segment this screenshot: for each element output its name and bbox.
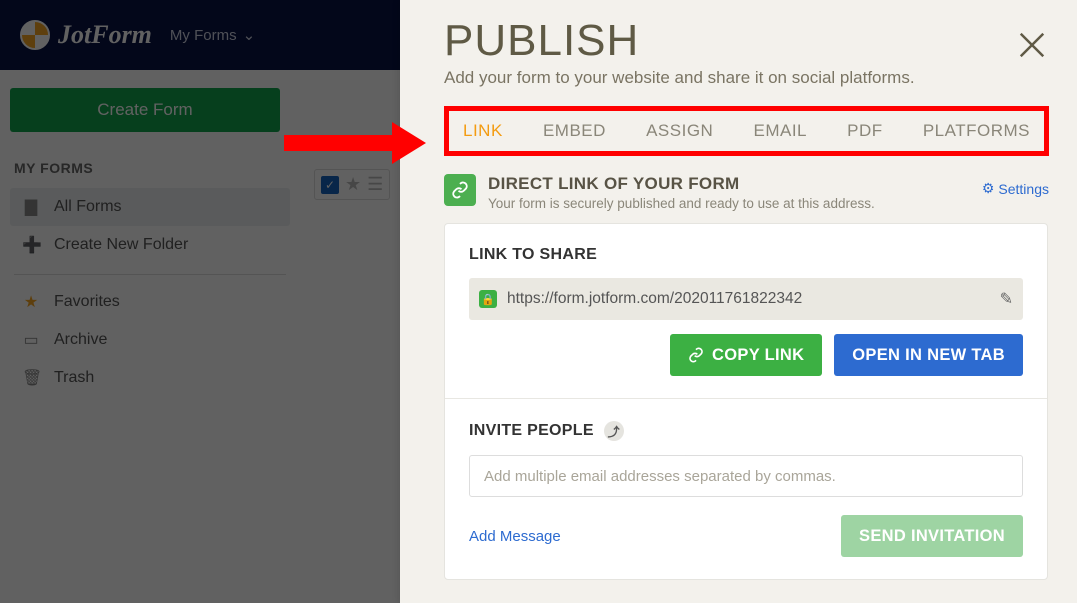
link-to-share-heading: LINK TO SHARE — [469, 246, 1023, 264]
publish-tabstrip: LINK EMBED ASSIGN EMAIL PDF PLATFORMS — [444, 106, 1049, 156]
gear-icon: ⚙ — [982, 180, 995, 197]
tab-link[interactable]: LINK — [463, 121, 503, 141]
close-icon — [1017, 30, 1047, 60]
annotation-arrow — [284, 122, 432, 162]
invite-people-heading: INVITE PEOPLE ⤴ — [469, 421, 1023, 441]
lock-icon: 🔒 — [479, 290, 497, 308]
add-message-link[interactable]: Add Message — [469, 528, 561, 545]
direct-link-subtitle: Your form is securely published and read… — [488, 196, 875, 211]
tab-pdf[interactable]: PDF — [847, 121, 883, 141]
link-icon — [451, 181, 469, 199]
tab-platforms[interactable]: PLATFORMS — [923, 121, 1030, 141]
share-card: LINK TO SHARE 🔒 https://form.jotform.com… — [444, 223, 1048, 580]
share-url: https://form.jotform.com/202011761822342 — [507, 290, 990, 308]
open-new-tab-button[interactable]: OPEN IN NEW TAB — [834, 334, 1023, 376]
upload-icon[interactable]: ⤴ — [604, 421, 624, 441]
direct-link-header: DIRECT LINK OF YOUR FORM Your form is se… — [444, 174, 1049, 211]
panel-subtitle: Add your form to your website and share … — [444, 68, 1049, 88]
send-invitation-button[interactable]: SEND INVITATION — [841, 515, 1023, 557]
panel-title: PUBLISH — [444, 16, 1049, 66]
tab-embed[interactable]: EMBED — [543, 121, 606, 141]
link-badge-icon — [444, 174, 476, 206]
copy-link-button[interactable]: COPY LINK — [670, 334, 822, 376]
tab-assign[interactable]: ASSIGN — [646, 121, 713, 141]
direct-link-title: DIRECT LINK OF YOUR FORM — [488, 174, 875, 194]
share-link-field[interactable]: 🔒 https://form.jotform.com/2020117618223… — [469, 278, 1023, 320]
modal-backdrop[interactable] — [0, 0, 400, 603]
edit-link-button[interactable]: ✎ — [1000, 289, 1013, 309]
link-icon — [688, 347, 704, 363]
close-button[interactable] — [1017, 30, 1047, 65]
invite-email-input[interactable]: Add multiple email addresses separated b… — [469, 455, 1023, 497]
publish-panel: PUBLISH Add your form to your website an… — [400, 0, 1077, 603]
tab-email[interactable]: EMAIL — [753, 121, 807, 141]
settings-link[interactable]: ⚙ Settings — [982, 180, 1049, 197]
